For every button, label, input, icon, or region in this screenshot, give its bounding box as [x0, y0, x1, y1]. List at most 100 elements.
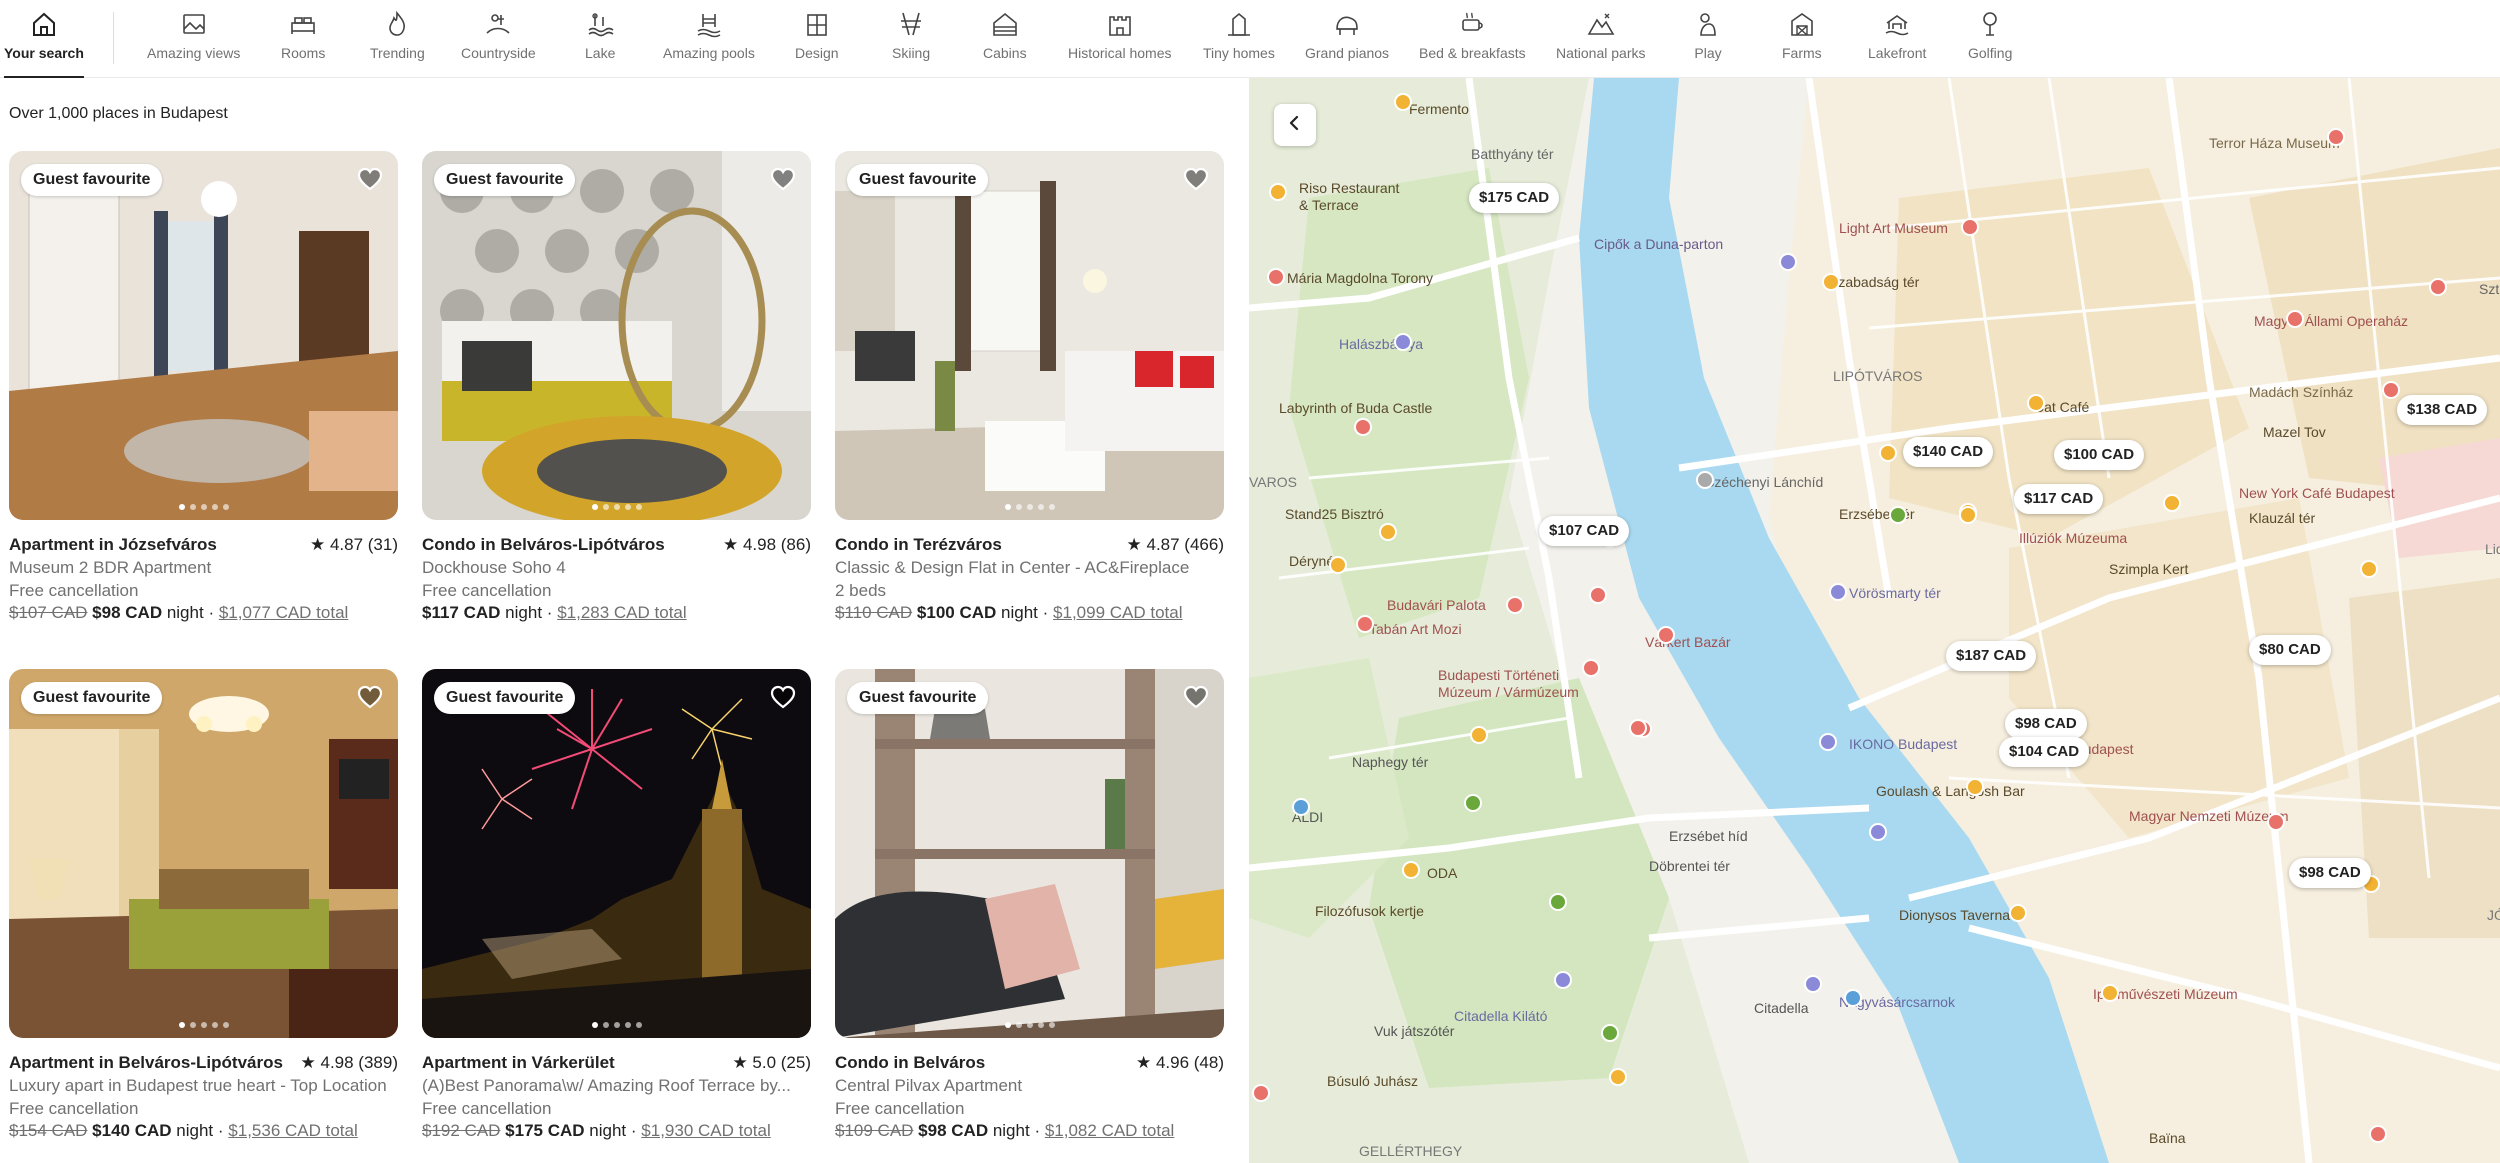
map-poi-marker[interactable]	[2286, 310, 2304, 328]
map-poi-marker[interactable]	[2429, 278, 2447, 296]
listing-photo[interactable]: Guest favourite	[9, 669, 398, 1038]
collapse-map-button[interactable]	[1274, 104, 1316, 146]
category-tab-skiing[interactable]: Skiing	[892, 0, 930, 78]
total-price-link[interactable]: $1,082 CAD total	[1045, 1121, 1174, 1140]
map-poi-marker[interactable]	[1657, 626, 1675, 644]
category-tab-trending[interactable]: Trending	[370, 0, 425, 78]
map-poi-marker[interactable]	[2101, 984, 2119, 1002]
map-poi-marker[interactable]	[1506, 596, 1524, 614]
listing-photo[interactable]: Guest favourite	[835, 669, 1224, 1038]
map-poi-marker[interactable]	[1554, 971, 1572, 989]
map-poi-marker[interactable]	[1470, 726, 1488, 744]
map-poi-marker[interactable]	[1379, 523, 1397, 541]
map[interactable]: Fermento Batthyány tér Riso Restaurant & Te…	[1249, 78, 2500, 1163]
total-price-link[interactable]: $1,077 CAD total	[219, 603, 348, 622]
heart-icon[interactable]	[356, 683, 384, 711]
map-poi-marker[interactable]	[1394, 93, 1412, 111]
map-poi-marker[interactable]	[1844, 989, 1862, 1007]
map-poi-marker[interactable]	[1292, 798, 1310, 816]
map-poi-marker[interactable]	[1582, 659, 1600, 677]
category-tab-grand-pianos[interactable]: Grand pianos	[1305, 0, 1389, 78]
map-poi-marker[interactable]	[1267, 268, 1285, 286]
map-poi-marker[interactable]	[1889, 506, 1907, 524]
listing-card[interactable]: Guest favourite Condo in Terézváros ★ 4.…	[835, 151, 1224, 622]
category-tab-play[interactable]: Play	[1693, 0, 1723, 78]
category-tab-lakefront[interactable]: Lakefront	[1868, 0, 1926, 78]
map-price-pin[interactable]: $98 CAD	[2289, 858, 2371, 888]
category-tab-amazing-pools[interactable]: Amazing pools	[663, 0, 755, 78]
map-price-pin[interactable]: $104 CAD	[1999, 737, 2090, 767]
map-price-pin[interactable]: $140 CAD	[1903, 437, 1994, 467]
map-poi-marker[interactable]	[2382, 381, 2400, 399]
map-poi-marker[interactable]	[1822, 273, 1840, 291]
map-poi-marker[interactable]	[2027, 394, 2045, 412]
listing-card[interactable]: Guest favourite Apartment in Belváros-Li…	[9, 669, 398, 1140]
listing-card[interactable]: Guest favourite Condo in Belváros ★ 4.96…	[835, 669, 1224, 1140]
total-price-link[interactable]: $1,099 CAD total	[1053, 603, 1182, 622]
category-tab-lake[interactable]: Lake	[585, 0, 615, 78]
photo-carousel-dots[interactable]	[835, 504, 1224, 510]
map-poi-marker[interactable]	[1869, 823, 1887, 841]
category-tab-historical-homes[interactable]: Historical homes	[1068, 0, 1171, 78]
map-poi-marker[interactable]	[1269, 183, 1287, 201]
map-price-pin[interactable]: $107 CAD	[1539, 516, 1630, 546]
map-price-pin[interactable]: $80 CAD	[2249, 635, 2331, 665]
map-poi-marker[interactable]	[1464, 794, 1482, 812]
map-poi-marker[interactable]	[2163, 494, 2181, 512]
map-poi-marker[interactable]	[2369, 1125, 2387, 1143]
photo-carousel-dots[interactable]	[835, 1022, 1224, 1028]
category-tab-tiny-homes[interactable]: Tiny homes	[1203, 0, 1275, 78]
listing-card[interactable]: Guest favourite Apartment in Józsefváros…	[9, 151, 398, 622]
category-tab-countryside[interactable]: Countryside	[461, 0, 536, 78]
map-poi-marker[interactable]	[1329, 556, 1347, 574]
map-poi-marker[interactable]	[1589, 586, 1607, 604]
listing-card[interactable]: Guest favourite Apartment in Várkerület …	[422, 669, 811, 1140]
category-tab-rooms[interactable]: Rooms	[281, 0, 325, 78]
photo-carousel-dots[interactable]	[9, 504, 398, 510]
map-poi-marker[interactable]	[1779, 253, 1797, 271]
listing-photo[interactable]: Guest favourite	[422, 151, 811, 520]
photo-carousel-dots[interactable]	[422, 504, 811, 510]
photo-carousel-dots[interactable]	[422, 1022, 811, 1028]
listing-photo[interactable]: Guest favourite	[422, 669, 811, 1038]
listing-photo[interactable]: Guest favourite	[835, 151, 1224, 520]
map-poi-marker[interactable]	[2267, 813, 2285, 831]
listing-card[interactable]: Guest favourite Condo in Belváros-Lipótv…	[422, 151, 811, 622]
heart-icon[interactable]	[769, 683, 797, 711]
heart-icon[interactable]	[769, 165, 797, 193]
category-tab-national-parks[interactable]: National parks	[1556, 0, 1646, 78]
category-tab-farms[interactable]: Farms	[1782, 0, 1822, 78]
map-price-pin[interactable]: $100 CAD	[2054, 440, 2145, 470]
map-price-pin[interactable]: $117 CAD	[2014, 484, 2104, 514]
map-poi-marker[interactable]	[1402, 861, 1420, 879]
map-poi-marker[interactable]	[1252, 1084, 1270, 1102]
map-poi-marker[interactable]	[1354, 418, 1372, 436]
map-poi-marker[interactable]	[2360, 560, 2378, 578]
map-poi-marker[interactable]	[1394, 333, 1412, 351]
map-poi-marker[interactable]	[1356, 615, 1374, 633]
map-poi-marker[interactable]	[1961, 218, 1979, 236]
map-poi-marker[interactable]	[2009, 904, 2027, 922]
map-poi-marker[interactable]	[1959, 506, 1977, 524]
map-poi-marker[interactable]	[1629, 719, 1647, 737]
heart-icon[interactable]	[1182, 683, 1210, 711]
heart-icon[interactable]	[1182, 165, 1210, 193]
map-poi-marker[interactable]	[1696, 471, 1714, 489]
map-price-pin[interactable]: $98 CAD	[2005, 709, 2087, 739]
total-price-link[interactable]: $1,536 CAD total	[228, 1121, 357, 1140]
category-tab-golfing[interactable]: Golfing	[1968, 0, 2012, 78]
map-poi-marker[interactable]	[1819, 733, 1837, 751]
total-price-link[interactable]: $1,930 CAD total	[641, 1121, 770, 1140]
map-price-pin[interactable]: $138 CAD	[2397, 395, 2488, 425]
map-poi-marker[interactable]	[1804, 975, 1822, 993]
category-tab-your-search[interactable]: Your search	[4, 0, 84, 78]
category-tab-cabins[interactable]: Cabins	[983, 0, 1027, 78]
map-price-pin[interactable]: $175 CAD	[1469, 183, 1560, 213]
map-poi-marker[interactable]	[1879, 444, 1897, 462]
map-poi-marker[interactable]	[1601, 1024, 1619, 1042]
category-tab-amazing-views[interactable]: Amazing views	[147, 0, 240, 78]
listing-photo[interactable]: Guest favourite	[9, 151, 398, 520]
map-poi-marker[interactable]	[1549, 893, 1567, 911]
map-poi-marker[interactable]	[1829, 583, 1847, 601]
map-poi-marker[interactable]	[1966, 778, 1984, 796]
